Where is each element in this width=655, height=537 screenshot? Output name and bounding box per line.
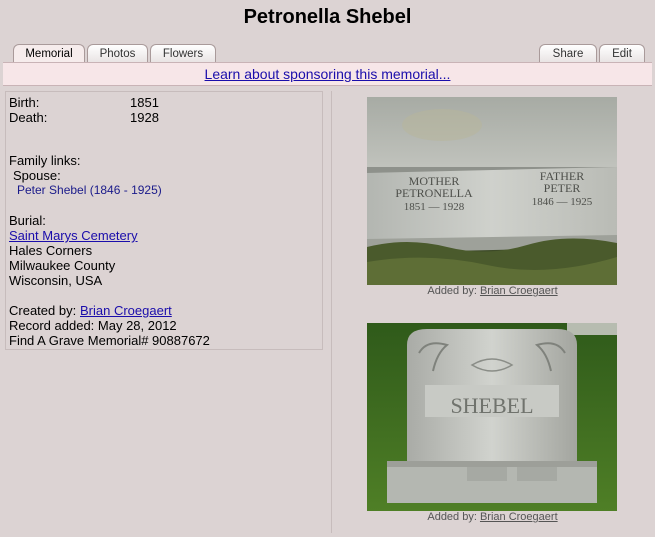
page-title: Petronella Shebel	[243, 6, 412, 28]
tab-share[interactable]: Share	[539, 44, 597, 62]
death-value: 1928	[130, 110, 159, 125]
photo-2-added-by-link[interactable]: Brian Croegaert	[480, 511, 558, 523]
record-added: Record added: May 28, 2012	[9, 318, 177, 333]
inscription-peter-dates: 1846 — 1925	[532, 196, 593, 208]
birth-value: 1851	[130, 95, 159, 110]
photo-2-added-by-label: Added by:	[427, 511, 477, 523]
photo-1-added-by-label: Added by:	[427, 285, 477, 297]
photo-1-caption: Added by: Brian Croegaert	[332, 285, 653, 297]
memorial-details-panel: Birth: 1851 Death: 1928 Family links: Sp…	[5, 91, 323, 350]
inscription-petronella: PETRONELLA	[395, 186, 473, 200]
spouse-link[interactable]: Peter Shebel (1846 - 1925)	[17, 183, 162, 198]
burial-state-country: Wisconsin, USA	[9, 273, 103, 288]
birth-label: Birth:	[9, 95, 40, 110]
memorial-number: Find A Grave Memorial# 90887672	[9, 333, 210, 348]
inscription-petronella-dates: 1851 — 1928	[404, 201, 465, 213]
sponsor-link[interactable]: Learn about sponsoring this memorial...	[205, 66, 451, 82]
death-label: Death:	[9, 110, 48, 125]
created-by-link[interactable]: Brian Croegaert	[80, 303, 172, 318]
cemetery-link[interactable]: Saint Marys Cemetery	[9, 228, 138, 243]
inscription-family-name: SHEBEL	[450, 393, 533, 418]
burial-county: Milwaukee County	[9, 258, 116, 273]
created-by-label: Created by:	[9, 303, 77, 318]
photos-panel: MOTHER PETRONELLA 1851 — 1928 FATHER PET…	[331, 91, 653, 533]
tab-edit[interactable]: Edit	[599, 44, 645, 62]
memorial-page: Petronella Shebel Memorial Photos Flower…	[0, 0, 655, 537]
spouse-label: Spouse:	[13, 168, 61, 183]
headstone-photo[interactable]: SHEBEL	[367, 323, 617, 511]
tab-photos[interactable]: Photos	[87, 44, 148, 62]
tab-memorial[interactable]: Memorial	[13, 44, 85, 62]
tab-flowers[interactable]: Flowers	[150, 44, 216, 62]
sponsor-bar: Learn about sponsoring this memorial...	[3, 62, 652, 86]
family-links-label: Family links:	[9, 153, 81, 168]
inscription-peter: PETER	[544, 181, 581, 195]
burial-city: Hales Corners	[9, 243, 93, 258]
headstone-inscription-photo[interactable]: MOTHER PETRONELLA 1851 — 1928 FATHER PET…	[367, 97, 617, 285]
photo-1-added-by-link[interactable]: Brian Croegaert	[480, 285, 558, 297]
burial-label: Burial:	[9, 213, 46, 228]
photo-2-caption: Added by: Brian Croegaert	[332, 511, 653, 523]
